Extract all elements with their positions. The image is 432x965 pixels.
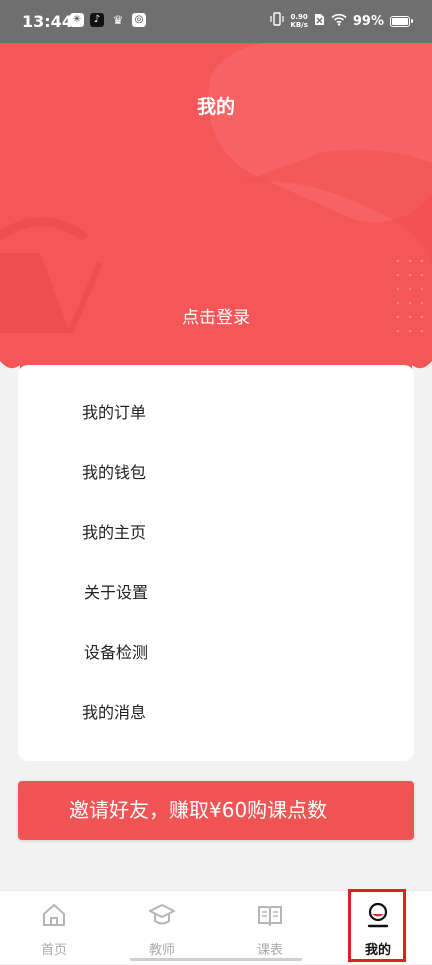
menu-item-wallet[interactable]: 我的钱包 [18, 444, 414, 502]
tab-schedule[interactable]: 课表 [216, 891, 324, 965]
tab-home[interactable]: 首页 [0, 891, 108, 965]
menu-item-label: 我的订单 [82, 403, 147, 422]
profile-header: 我的 点击登录 [0, 43, 432, 390]
open-book-icon [258, 906, 282, 926]
menu-item-device-check[interactable]: 设备检测 [18, 624, 414, 682]
sim-icon [314, 13, 325, 30]
tab-label: 课表 [256, 943, 283, 958]
battery-percentage: 99% [352, 13, 384, 29]
menu-item-orders[interactable]: 我的订单 [18, 384, 414, 442]
menu-item-settings[interactable]: 关于设置 [18, 564, 414, 622]
status-right: 0.90 KB/s 99% [270, 12, 413, 30]
vibrate-icon [270, 12, 284, 30]
page-title: 我的 [196, 96, 235, 118]
graduation-cap-icon [149, 904, 175, 925]
tab-label: 教师 [148, 943, 175, 958]
menu-item-messages[interactable]: 我的消息 [18, 684, 414, 742]
login-button[interactable]: 点击登录 [0, 303, 432, 328]
status-bar: 13:44 ✳ ♪ ♛ ◎ 0.90 KB/s 99% [0, 0, 432, 43]
menu-item-label: 关于设置 [84, 583, 149, 602]
menu-item-label: 设备检测 [84, 643, 149, 662]
net-speed-unit: KB/s [290, 21, 308, 29]
battery-icon [390, 15, 413, 27]
menu-item-label: 我的主页 [82, 523, 147, 542]
home-indicator [130, 958, 302, 961]
net-speed: 0.90 KB/s [290, 13, 307, 29]
home-icon [43, 904, 65, 926]
menu-item-label: 我的消息 [82, 703, 147, 722]
status-app-icons: ✳ ♪ ♛ ◎ [70, 13, 146, 27]
notification-app-icon: ✳ [70, 13, 84, 27]
menu-item-homepage[interactable]: 我的主页 [18, 504, 414, 562]
crown-icon: ♛ [112, 13, 124, 27]
invite-friends-button[interactable]: 邀请好友，赚取¥60购课点数 [18, 781, 414, 840]
swirl-app-icon: ◎ [132, 13, 146, 27]
menu-item-label: 我的钱包 [82, 463, 147, 482]
menu-card: 我的订单 我的钱包 我的主页 关于设置 设备检测 我的消息 [18, 365, 414, 761]
tab-teachers[interactable]: 教师 [108, 891, 216, 965]
tiktok-icon: ♪ [90, 13, 104, 27]
status-time: 13:44 [22, 12, 73, 31]
active-tab-highlight [348, 889, 406, 962]
net-speed-value: 0.90 [290, 13, 308, 21]
tab-label: 首页 [40, 943, 67, 958]
wifi-icon [331, 13, 347, 30]
